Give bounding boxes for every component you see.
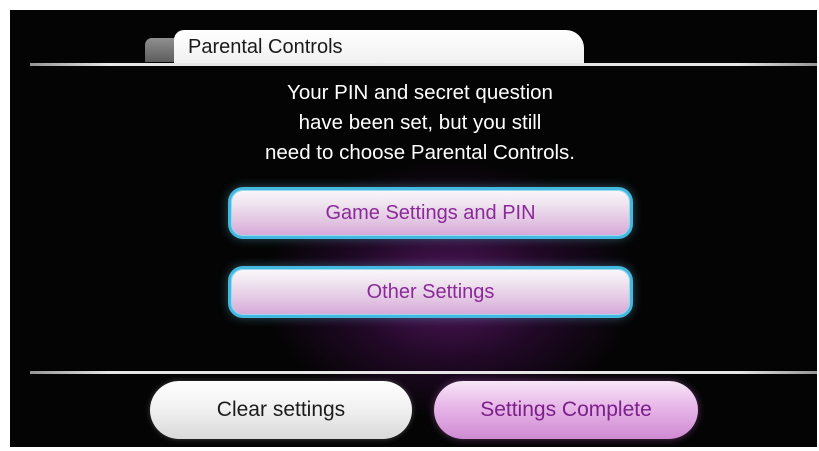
settings-complete-button[interactable]: Settings Complete [434, 381, 698, 439]
other-settings-button[interactable]: Other Settings [228, 266, 633, 318]
game-settings-label: Game Settings and PIN [325, 201, 536, 224]
other-settings-label: Other Settings [366, 280, 495, 303]
settings-complete-label: Settings Complete [480, 398, 652, 421]
clear-settings-label: Clear settings [216, 398, 346, 421]
game-settings-and-pin-button[interactable]: Game Settings and PIN [228, 187, 633, 239]
footer-divider [30, 371, 817, 374]
message-line: need to choose Parental Controls. [265, 141, 575, 164]
screen: Parental Controls Your PIN and secret qu… [0, 0, 819, 451]
header-tab: Parental Controls [174, 30, 584, 64]
header-divider [30, 63, 817, 66]
message-line: have been set, but you still [298, 111, 542, 134]
wii-menu-screen: Parental Controls Your PIN and secret qu… [10, 10, 817, 447]
info-message: Your PIN and secret question have been s… [200, 78, 640, 168]
message-line: Your PIN and secret question [287, 81, 553, 104]
page-title: Parental Controls [188, 35, 343, 58]
clear-settings-button[interactable]: Clear settings [150, 381, 412, 439]
